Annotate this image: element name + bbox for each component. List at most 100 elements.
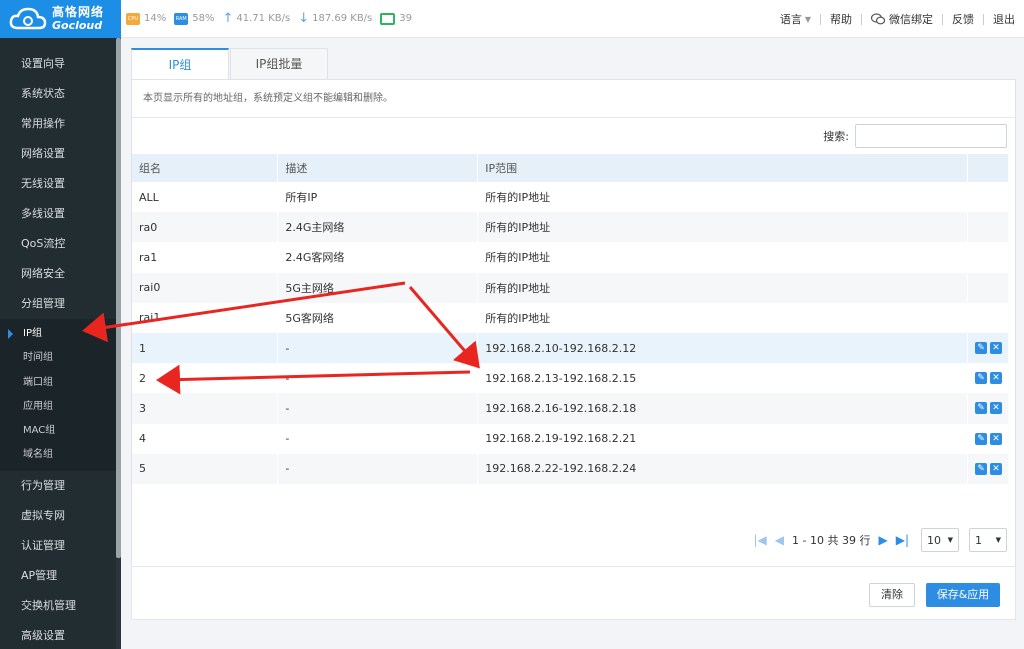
cell-actions xyxy=(967,212,1010,243)
cell-desc: - xyxy=(277,423,479,454)
sidebar-subitem-time-group[interactable]: 时间组 xyxy=(0,346,121,370)
table-row[interactable]: ra0 2.4G主网络 所有的IP地址 xyxy=(132,212,1010,243)
edit-icon[interactable]: ✎ xyxy=(974,402,987,415)
edit-icon[interactable]: ✎ xyxy=(974,432,987,445)
cell-ip-range: 192.168.2.10-192.168.2.12 xyxy=(477,332,968,364)
upload-stat: ↑ 41.71 KB/s xyxy=(222,11,290,26)
brand-name-cn: 高恪网络 xyxy=(52,5,105,20)
cloud-logo-icon xyxy=(9,7,47,30)
ram-stat: RAM 58% xyxy=(174,12,214,25)
chevron-down-icon: ▼ xyxy=(947,536,953,544)
sidebar-scrollbar[interactable] xyxy=(116,38,121,649)
cell-actions xyxy=(967,302,1010,333)
wechat-bind-link[interactable]: 微信绑定 xyxy=(862,11,942,27)
sidebar-item-vpn[interactable]: 虚拟专网 xyxy=(0,501,121,531)
table-row[interactable]: 3 - 192.168.2.16-192.168.2.18 ✎ ✕ xyxy=(132,393,1010,424)
column-header-actions xyxy=(967,154,1010,182)
cell-desc: 所有IP xyxy=(277,182,479,213)
tab-ip-group-batch[interactable]: IP组批量 xyxy=(230,48,328,79)
column-header-name[interactable]: 组名 xyxy=(132,154,279,182)
cell-actions: ✎ ✕ xyxy=(967,453,1010,484)
clients-stat[interactable]: 39 xyxy=(380,12,412,25)
upload-value: 41.71 KB/s xyxy=(236,13,291,24)
column-header-desc[interactable]: 描述 xyxy=(277,154,479,182)
table-row[interactable]: ra1 2.4G客网络 所有的IP地址 xyxy=(132,242,1010,273)
sidebar-item-switch[interactable]: 交换机管理 xyxy=(0,591,121,621)
brand-logo[interactable]: 高恪网络 Gocloud xyxy=(0,0,121,38)
edit-icon[interactable]: ✎ xyxy=(974,372,987,385)
page-number-select[interactable]: 1 ▼ xyxy=(969,528,1007,552)
save-apply-button[interactable]: 保存&应用 xyxy=(926,583,1000,607)
cell-name: ra0 xyxy=(132,212,279,243)
prev-page-icon[interactable]: ◀ xyxy=(775,533,784,547)
delete-icon[interactable]: ✕ xyxy=(989,462,1002,475)
sidebar-item-wireless-settings[interactable]: 无线设置 xyxy=(0,169,121,199)
sidebar-item-common-ops[interactable]: 常用操作 xyxy=(0,109,121,139)
sidebar-item-setup-wizard[interactable]: 设置向导 xyxy=(0,49,121,79)
cell-name: rai0 xyxy=(132,272,279,303)
cell-desc: 2.4G客网络 xyxy=(277,242,479,273)
feedback-link[interactable]: 反馈 xyxy=(943,11,983,27)
pagination: |◀ ◀ 1 - 10 共 39 行 ▶ ▶| 10 ▼ 1 ▼ xyxy=(750,528,1007,552)
sidebar-item-advanced[interactable]: 高级设置 xyxy=(0,621,121,649)
table-row[interactable]: rai1 5G客网络 所有的IP地址 xyxy=(132,302,1010,333)
sidebar-item-auth[interactable]: 认证管理 xyxy=(0,531,121,561)
sidebar-submenu: IP组 时间组 端口组 应用组 MAC组 域名组 xyxy=(0,319,121,471)
table-row[interactable]: ALL 所有IP 所有的IP地址 xyxy=(132,182,1010,213)
delete-icon[interactable]: ✕ xyxy=(989,342,1002,355)
logout-link[interactable]: 退出 xyxy=(984,11,1024,27)
sidebar-item-qos[interactable]: QoS流控 xyxy=(0,229,121,259)
scrollbar-thumb[interactable] xyxy=(116,38,121,558)
table-header-row: 组名 描述 IP范围 xyxy=(132,154,1010,182)
cell-ip-range: 所有的IP地址 xyxy=(477,302,968,333)
cpu-value: 14% xyxy=(144,13,167,24)
table-row[interactable]: 2 - 192.168.2.13-192.168.2.15 ✎ ✕ xyxy=(132,363,1010,394)
ip-group-table: 组名 描述 IP范围 ALL 所有IP 所有的IP地址 ra0 2.4G主网络 … xyxy=(132,154,1010,484)
sidebar-item-behavior[interactable]: 行为管理 xyxy=(0,471,121,501)
delete-icon[interactable]: ✕ xyxy=(989,432,1002,445)
sidebar-item-group-management[interactable]: 分组管理 xyxy=(0,289,121,319)
sidebar-subitem-ip-group[interactable]: IP组 xyxy=(0,322,121,346)
cell-name: 4 xyxy=(132,423,279,454)
last-page-icon[interactable]: ▶| xyxy=(896,533,909,547)
sidebar-subitem-app-group[interactable]: 应用组 xyxy=(0,395,121,419)
search-input[interactable] xyxy=(855,124,1007,148)
first-page-icon[interactable]: |◀ xyxy=(754,533,767,547)
sidebar-item-system-status[interactable]: 系统状态 xyxy=(0,79,121,109)
sidebar-item-network-settings[interactable]: 网络设置 xyxy=(0,139,121,169)
clear-button[interactable]: 清除 xyxy=(869,583,915,607)
cell-desc: - xyxy=(277,453,479,484)
cpu-chip-icon: CPU xyxy=(126,12,140,25)
clients-value: 39 xyxy=(399,13,412,24)
sidebar-item-security[interactable]: 网络安全 xyxy=(0,259,121,289)
edit-icon[interactable]: ✎ xyxy=(974,462,987,475)
next-page-icon[interactable]: ▶ xyxy=(878,533,887,547)
sidebar-subitem-mac-group[interactable]: MAC组 xyxy=(0,419,121,443)
sidebar-item-ap[interactable]: AP管理 xyxy=(0,561,121,591)
sidebar-subitem-domain-group[interactable]: 域名组 xyxy=(0,443,121,467)
help-link[interactable]: 帮助 xyxy=(821,11,861,27)
brand-name-en: Gocloud xyxy=(52,18,103,32)
edit-icon[interactable]: ✎ xyxy=(974,342,987,355)
top-bar: 高恪网络 Gocloud CPU 14% RAM 58% ↑ 41.71 KB/… xyxy=(0,0,1024,38)
tab-ip-group[interactable]: IP组 xyxy=(131,48,229,79)
cell-desc: 5G客网络 xyxy=(277,302,479,333)
page-size-select[interactable]: 10 ▼ xyxy=(921,528,959,552)
sidebar-item-multiwan[interactable]: 多线设置 xyxy=(0,199,121,229)
delete-icon[interactable]: ✕ xyxy=(989,402,1002,415)
cell-name: 1 xyxy=(132,332,279,364)
delete-icon[interactable]: ✕ xyxy=(989,372,1002,385)
cell-ip-range: 192.168.2.19-192.168.2.21 xyxy=(477,423,968,454)
sidebar-subitem-port-group[interactable]: 端口组 xyxy=(0,371,121,395)
table-row[interactable]: rai0 5G主网络 所有的IP地址 xyxy=(132,272,1010,303)
cell-actions xyxy=(967,242,1010,273)
language-dropdown[interactable]: 语言 ▼ xyxy=(771,11,820,27)
table-row[interactable]: 5 - 192.168.2.22-192.168.2.24 ✎ ✕ xyxy=(132,453,1010,484)
cell-name: 5 xyxy=(132,453,279,484)
cell-ip-range: 192.168.2.13-192.168.2.15 xyxy=(477,363,968,394)
cell-desc: 2.4G主网络 xyxy=(277,212,479,243)
table-row[interactable]: 1 - 192.168.2.10-192.168.2.12 ✎ ✕ xyxy=(132,332,1010,364)
column-header-ip-range[interactable]: IP范围 xyxy=(477,154,968,182)
table-row[interactable]: 4 - 192.168.2.19-192.168.2.21 ✎ ✕ xyxy=(132,423,1010,454)
cell-name: 3 xyxy=(132,393,279,424)
